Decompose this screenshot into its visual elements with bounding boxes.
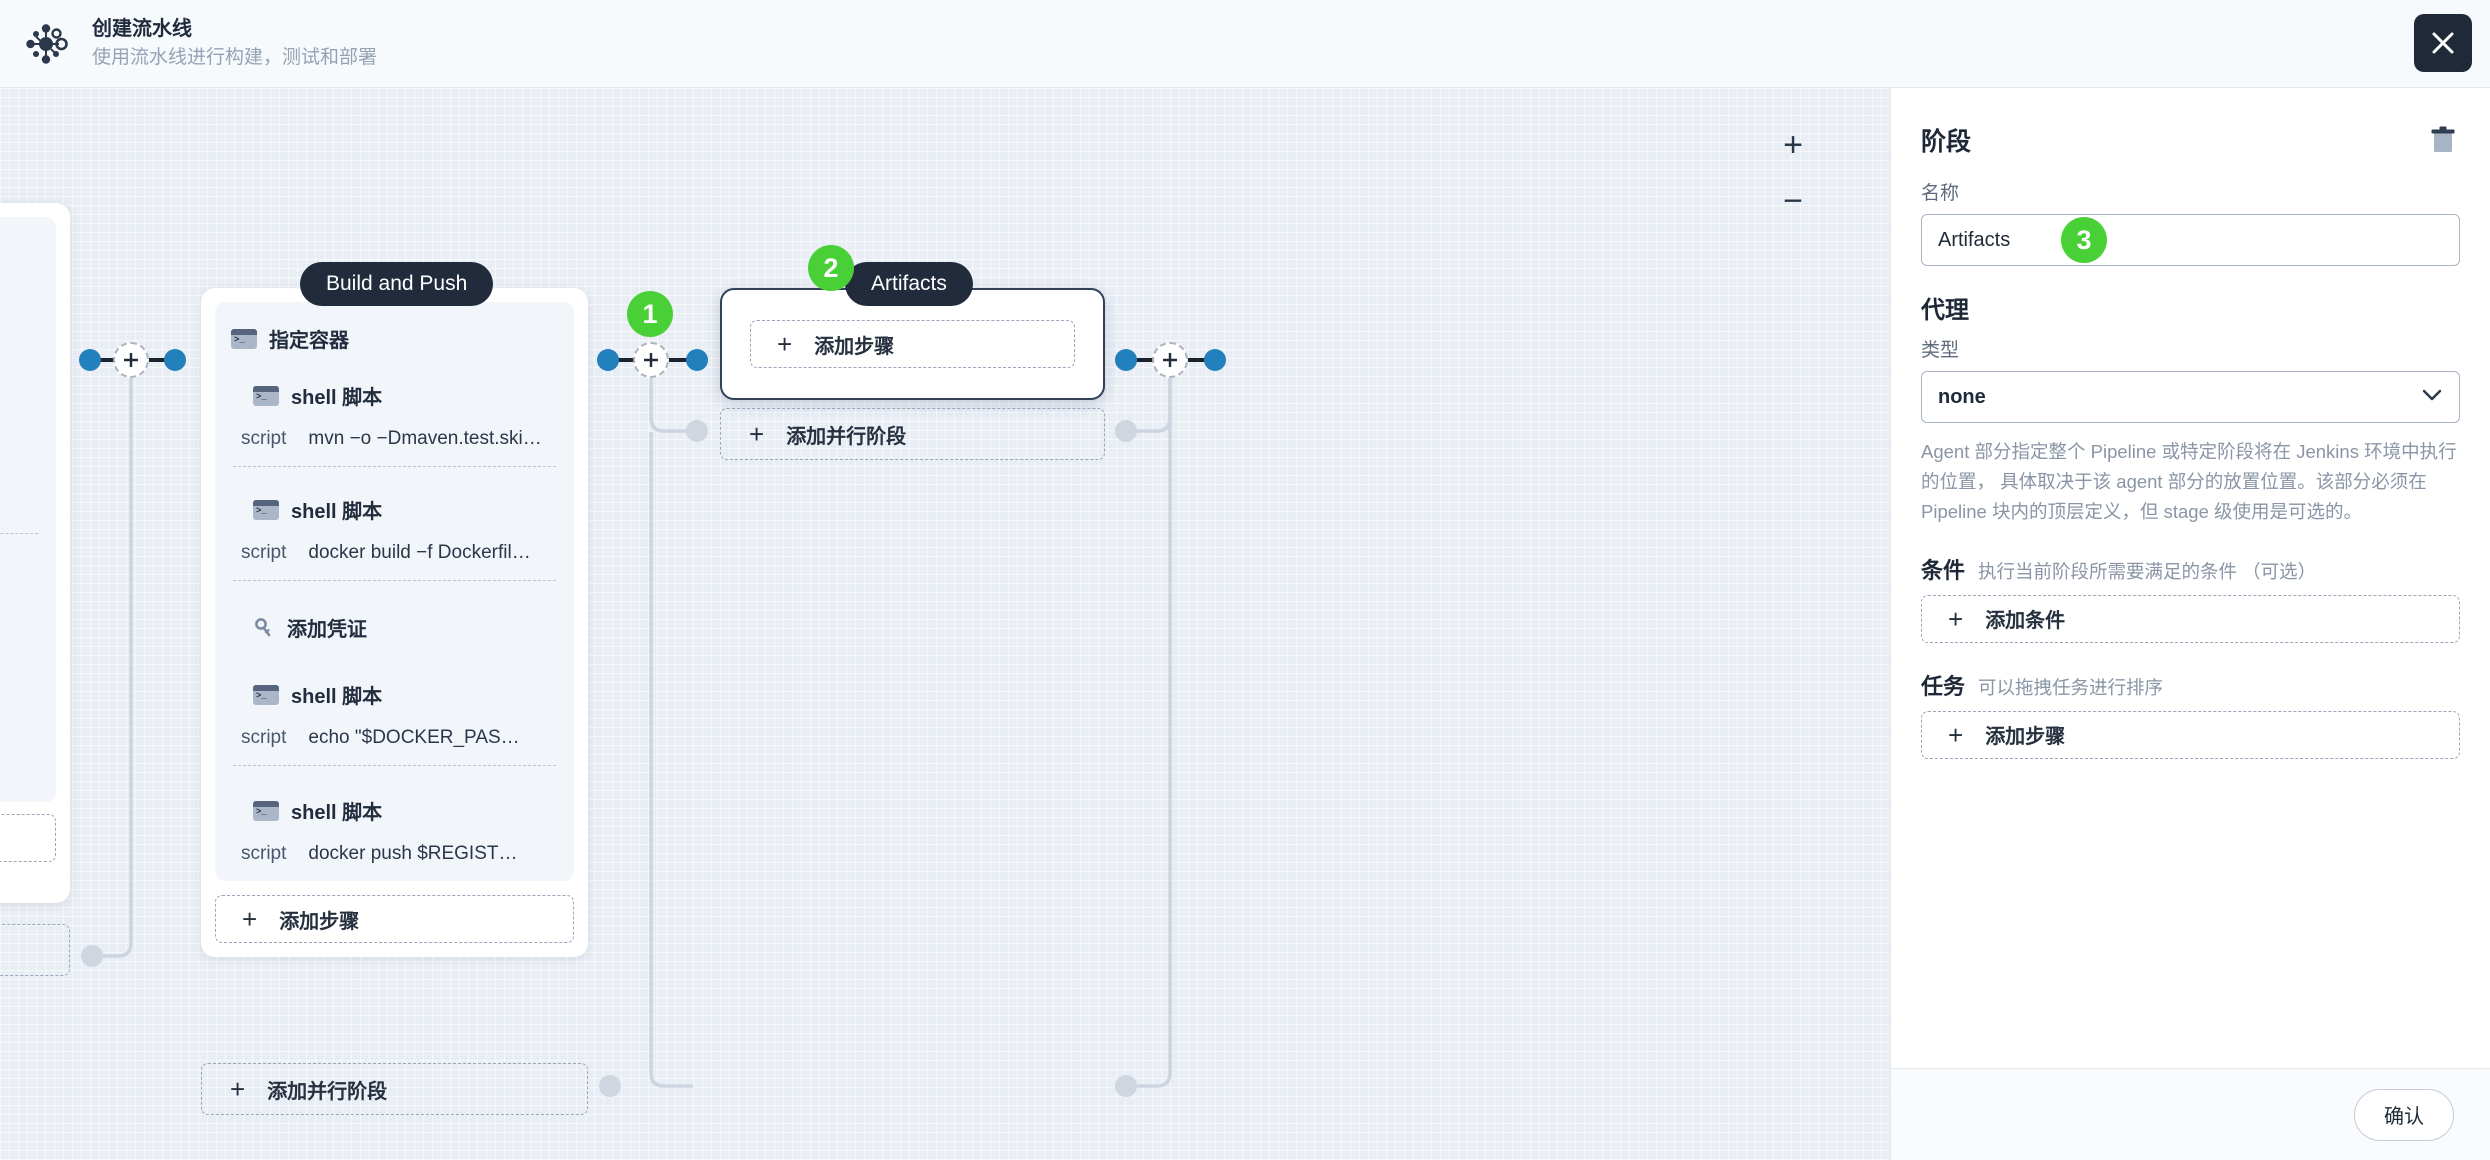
step-label: shell 脚本 <box>291 387 383 409</box>
app-logo <box>0 0 92 88</box>
plus-icon: + <box>242 904 258 934</box>
add-node-button-left[interactable] <box>113 342 149 378</box>
stage-settings-panel: 阶段 名称 3 代理 类型 none Agent 部分指定整个 <box>1890 88 2490 1160</box>
stage-card-offscreen[interactable]: + <box>0 203 70 903</box>
add-step-label: 添加步骤 <box>814 335 895 358</box>
step-header-shell-1[interactable]: shell 脚本 <box>231 375 558 414</box>
plus-icon: + <box>749 419 765 449</box>
close-icon <box>2432 32 2454 54</box>
stage-pill-build-and-push[interactable]: Build and Push <box>300 262 494 306</box>
plus-icon: + <box>1948 719 1964 750</box>
add-step-button-panel[interactable]: + 添加步骤 <box>1921 710 2460 759</box>
terminal-icon <box>253 800 279 821</box>
add-node-button-middle[interactable] <box>633 342 669 378</box>
add-parallel-label: 添加并行阶段 <box>267 1080 388 1103</box>
task-hint: 可以拖拽任务进行排序 <box>1978 676 2164 698</box>
add-step-button-offscreen[interactable]: + <box>0 814 56 862</box>
agent-type-value: none <box>1938 385 1986 408</box>
delete-stage-button[interactable] <box>2426 122 2460 158</box>
task-title: 任务 <box>1921 673 1966 699</box>
badge-step-3: 3 <box>2061 217 2107 263</box>
script-value: echo "$DOCKER_PAS… <box>308 727 520 748</box>
page-title: 创建流水线 <box>92 18 192 41</box>
step-label: shell 脚本 <box>291 686 383 708</box>
add-parallel-stage-button-artifacts[interactable]: + 添加并行阶段 <box>720 408 1105 460</box>
step-script-row-2[interactable]: script docker build −f Dockerfil… <box>231 528 558 580</box>
add-parallel-stage-button-offscreen[interactable]: + <box>0 924 70 976</box>
step-script-row-1[interactable]: script mvn −o −Dmaven.test.ski… <box>231 414 558 466</box>
script-value: docker build −f Dockerfil… <box>308 542 531 563</box>
close-dialog-button[interactable] <box>2414 14 2472 72</box>
plus-icon: + <box>777 329 793 359</box>
key-icon <box>255 617 271 636</box>
agent-type-select[interactable]: none <box>1921 371 2460 423</box>
zoom-in-button[interactable]: + <box>1776 128 1810 162</box>
stage-pill-artifacts[interactable]: Artifacts <box>845 262 973 306</box>
add-step-button-artifacts[interactable]: + 添加步骤 <box>750 320 1075 368</box>
condition-section-heading: 条件 执行当前阶段所需要满足的条件 （可选） <box>1921 553 2460 585</box>
plus-icon <box>1163 353 1177 367</box>
confirm-button[interactable]: 确认 <box>2354 1088 2454 1141</box>
terminal-icon <box>253 684 279 705</box>
agent-section-title: 代理 <box>1921 297 1969 324</box>
script-key: script <box>241 542 287 563</box>
canvas-zoom-controls: + − <box>1776 128 1810 218</box>
badge-step-1: 1 <box>627 291 673 337</box>
stage-card-build-and-push[interactable]: 指定容器 shell 脚本 script mvn −o −Dmaven.test… <box>201 288 588 957</box>
type-field-label: 类型 <box>1921 340 1960 361</box>
script-key: script <box>241 727 287 748</box>
script-key: script <box>241 428 287 449</box>
step-header-shell-4[interactable]: shell 脚本 <box>231 790 558 829</box>
app-header: 创建流水线 使用流水线进行构建，测试和部署 <box>0 0 2490 88</box>
step-header-shell-3[interactable]: shell 脚本 <box>231 674 558 713</box>
step-script-row-3[interactable]: script echo "$DOCKER_PAS… <box>231 713 558 765</box>
stage-name-input[interactable] <box>1921 214 2460 266</box>
add-step-button-build-and-push[interactable]: + 添加步骤 <box>215 895 574 943</box>
task-section-heading: 任务 可以拖拽任务进行排序 <box>1921 669 2460 701</box>
plus-icon <box>124 353 138 367</box>
zoom-out-button[interactable]: − <box>1776 184 1810 218</box>
step-label: shell 脚本 <box>291 501 383 523</box>
plus-icon: + <box>230 1074 246 1104</box>
step-divider <box>233 765 556 766</box>
condition-hint: 执行当前阶段所需要满足的条件 （可选） <box>1978 560 2317 582</box>
add-parallel-stage-button-build-and-push[interactable]: + 添加并行阶段 <box>201 1063 588 1115</box>
panel-footer: 确认 <box>1891 1068 2490 1160</box>
step-label: 添加凭证 <box>287 619 367 641</box>
add-node-button-right[interactable] <box>1152 342 1188 378</box>
add-condition-label: 添加条件 <box>1985 610 2066 633</box>
stage-steps-container: 指定容器 shell 脚本 script mvn −o −Dmaven.test… <box>215 302 574 881</box>
page-subtitle: 使用流水线进行构建，测试和部署 <box>92 47 378 69</box>
step-divider <box>233 580 556 581</box>
terminal-icon <box>253 499 279 520</box>
step-header-shell-2[interactable]: shell 脚本 <box>231 489 558 528</box>
script-key: script <box>241 843 287 864</box>
agent-help-text: Agent 部分指定整个 Pipeline 或特定阶段将在 Jenkins 环境… <box>1921 441 2457 522</box>
add-step-label: 添加步骤 <box>1985 726 2066 749</box>
add-parallel-label: 添加并行阶段 <box>786 425 907 448</box>
pipeline-canvas[interactable]: + + Build and Push 指定容器 shell 脚本 script … <box>0 88 1890 1160</box>
panel-title: 阶段 <box>1921 128 1972 156</box>
step-header-specify-container[interactable]: 指定容器 <box>231 318 558 357</box>
step-script-row-4[interactable]: script docker push $REGIST… <box>231 829 558 871</box>
name-field-label: 名称 <box>1921 183 1960 204</box>
script-value: docker push $REGIST… <box>308 843 518 864</box>
terminal-icon <box>253 385 279 406</box>
step-label: shell 脚本 <box>291 802 383 824</box>
plus-icon <box>644 353 658 367</box>
terminal-icon <box>231 328 257 349</box>
pipeline-node-logo-icon <box>26 23 68 64</box>
plus-icon: + <box>1948 603 1964 634</box>
condition-title: 条件 <box>1921 557 1966 583</box>
step-divider <box>233 466 556 467</box>
add-condition-button[interactable]: + 添加条件 <box>1921 594 2460 643</box>
trash-icon <box>2431 126 2455 152</box>
step-label: 指定容器 <box>269 330 349 352</box>
badge-step-2: 2 <box>808 245 854 291</box>
step-header-add-credential[interactable]: 添加凭证 <box>231 607 558 646</box>
script-value: mvn −o −Dmaven.test.ski… <box>308 428 542 449</box>
add-step-label: 添加步骤 <box>279 910 360 933</box>
